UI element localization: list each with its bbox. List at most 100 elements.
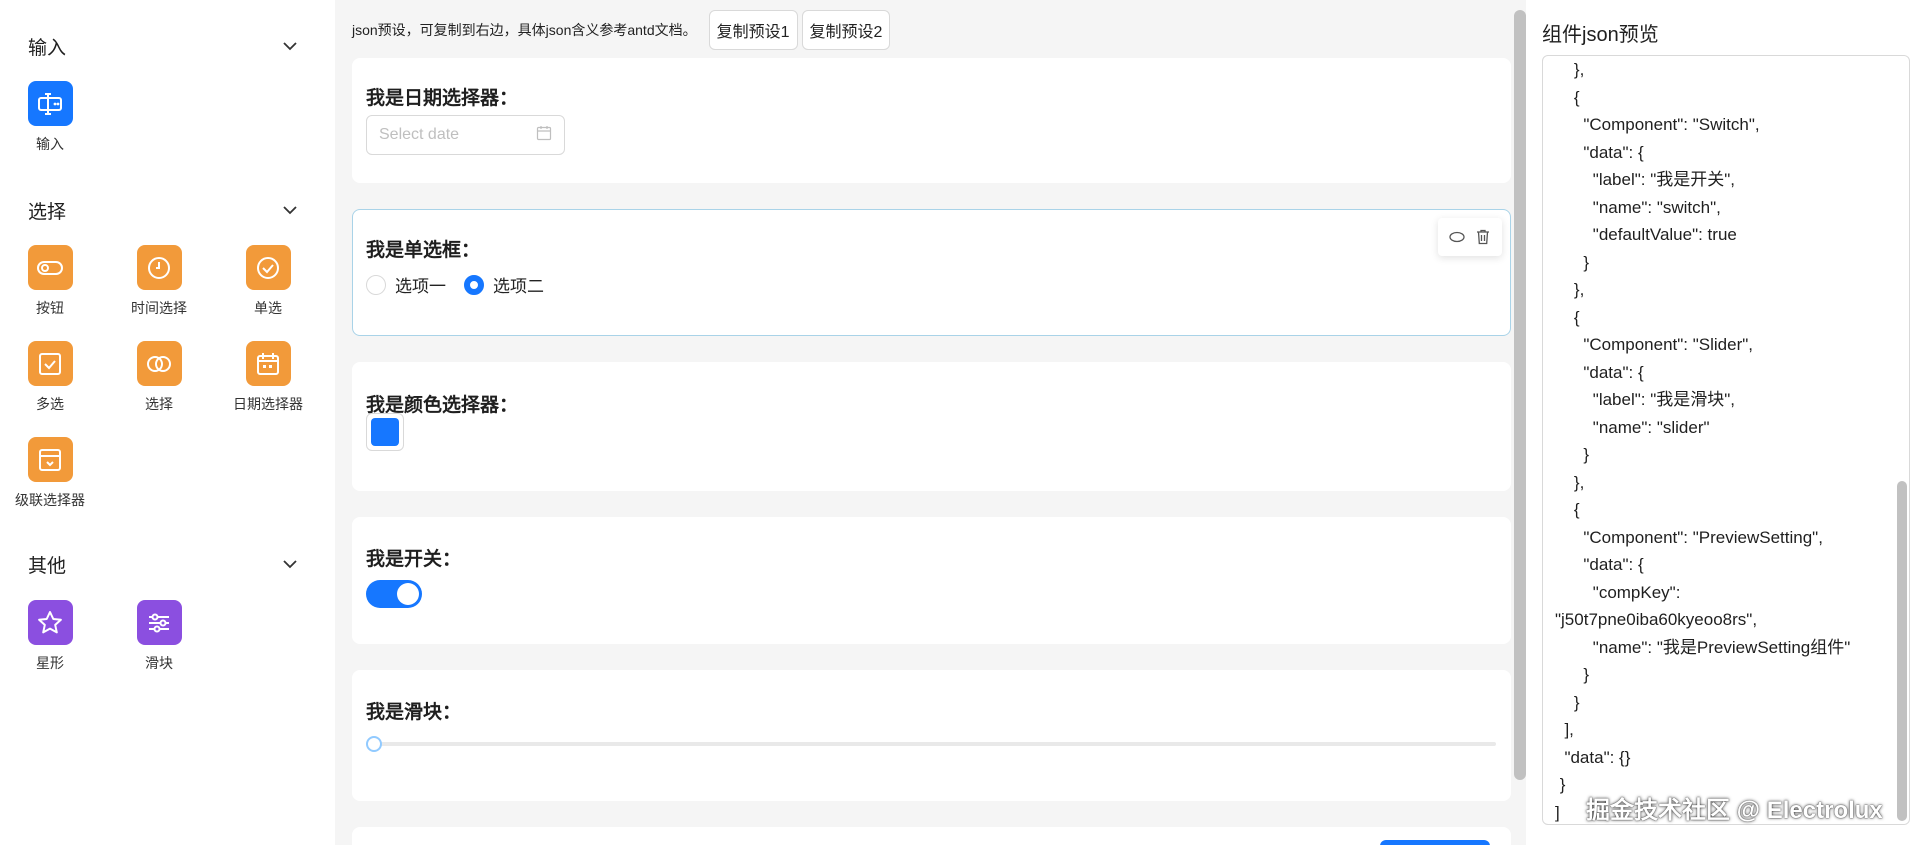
json-line: } bbox=[1555, 445, 1590, 464]
star-icon bbox=[27, 600, 73, 645]
color-picker-trigger[interactable] bbox=[366, 413, 404, 451]
component-label: 多选 bbox=[36, 396, 64, 412]
json-line: }, bbox=[1555, 280, 1585, 299]
preset-hint: json预设，可复制到右边，具体json含义参考antd文档。 bbox=[352, 22, 697, 38]
json-line: "data": { bbox=[1555, 142, 1644, 162]
json-line: "compKey": bbox=[1555, 582, 1681, 602]
json-scrollbar-thumb[interactable] bbox=[1897, 481, 1907, 821]
form-item-label: 我是单选框： bbox=[366, 240, 481, 261]
calendar-icon bbox=[245, 341, 291, 386]
radio-group: 选项一 选项二 bbox=[366, 272, 544, 297]
component-time-picker[interactable]: 时间选择 bbox=[104, 245, 214, 318]
component-checkbox[interactable]: 多选 bbox=[0, 341, 105, 414]
json-line: { bbox=[1555, 87, 1580, 107]
component-rate[interactable]: 星形 bbox=[0, 600, 105, 673]
slider-control[interactable] bbox=[366, 736, 1496, 752]
clock-icon bbox=[136, 245, 182, 290]
form-item-switch[interactable]: 我是开关： bbox=[352, 517, 1511, 644]
component-label: 单选 bbox=[254, 300, 282, 316]
json-editor[interactable]: }, { "Component": "Switch", "data": { "l… bbox=[1542, 55, 1910, 825]
form-item-color[interactable]: 我是颜色选择器： bbox=[352, 362, 1511, 491]
scrollbar-thumb[interactable] bbox=[1514, 10, 1526, 780]
radio-checked bbox=[464, 274, 484, 295]
chevron-down-icon bbox=[280, 554, 300, 574]
component-label: 日期选择器 bbox=[233, 396, 303, 412]
component-label: 按钮 bbox=[36, 300, 64, 316]
group-header-select[interactable]: 选择 bbox=[28, 195, 300, 225]
radio-label: 选项一 bbox=[395, 277, 446, 296]
json-preview-panel: 组件json预览 }, { "Component": "Switch", "da… bbox=[1526, 0, 1911, 845]
check-square-icon bbox=[27, 341, 73, 386]
link-rings-icon bbox=[136, 341, 182, 386]
json-line: { bbox=[1555, 500, 1580, 519]
form-item-slider[interactable]: 我是滑块： bbox=[352, 670, 1511, 801]
delete-icon[interactable] bbox=[1475, 229, 1491, 245]
partial-button[interactable] bbox=[1380, 840, 1490, 845]
canvas-scrollbar[interactable] bbox=[1514, 10, 1526, 845]
form-item-radio[interactable]: 我是单选框： 选项一 选项二 bbox=[352, 209, 1511, 336]
component-button[interactable]: 按钮 bbox=[0, 245, 105, 318]
form-item-label: 我是日期选择器： bbox=[366, 88, 519, 109]
json-line: "Component": "Switch", bbox=[1555, 115, 1760, 134]
json-line: "label": "我是开关", bbox=[1555, 170, 1736, 189]
component-input[interactable]: 输入 bbox=[0, 81, 105, 154]
group-title: 其他 bbox=[28, 555, 67, 577]
sliders-icon bbox=[136, 600, 182, 645]
json-line: "Component": "Slider", bbox=[1555, 335, 1753, 354]
copy-preset-2-button[interactable]: 复制预设2 bbox=[801, 10, 891, 50]
chevron-down-icon bbox=[280, 200, 300, 220]
radio-unchecked bbox=[366, 274, 386, 295]
json-content: }, { "Component": "Switch", "data": { "l… bbox=[1555, 56, 1895, 824]
json-line: "data": { bbox=[1555, 555, 1644, 574]
component-select[interactable]: 选择 bbox=[104, 341, 214, 414]
radio-label: 选项二 bbox=[493, 277, 544, 296]
radio-option-1[interactable]: 选项一 bbox=[366, 272, 446, 297]
panel-title: 组件json预览 bbox=[1542, 24, 1659, 46]
date-picker-input[interactable]: Select date bbox=[366, 115, 565, 155]
form-item-label: 我是开关： bbox=[366, 549, 462, 570]
component-label: 输入 bbox=[36, 136, 64, 152]
group-header-other[interactable]: 其他 bbox=[28, 549, 300, 579]
card-toolbar bbox=[1438, 218, 1502, 256]
component-date-picker[interactable]: 日期选择器 bbox=[213, 341, 323, 414]
toggle-icon bbox=[27, 245, 73, 290]
check-circle-icon bbox=[245, 245, 291, 290]
json-line: } bbox=[1555, 692, 1580, 712]
json-line: "name": "switch", bbox=[1555, 197, 1721, 217]
copy-preset-1-button[interactable]: 复制预设1 bbox=[708, 10, 798, 50]
json-line: "data": {} bbox=[1555, 747, 1631, 767]
json-line: "j50t7pne0iba60kyeoo8rs", bbox=[1555, 610, 1758, 629]
app-root: 输入 输入 选择 按钮 时间选择 单选 多选 选择 日期选择器 级联选择器 其他… bbox=[0, 0, 1911, 845]
component-label: 星形 bbox=[36, 655, 64, 671]
json-line: "name": "slider" bbox=[1555, 417, 1710, 437]
json-line: }, bbox=[1555, 472, 1585, 492]
toggle-switch[interactable] bbox=[366, 580, 422, 608]
group-header-input[interactable]: 输入 bbox=[28, 31, 300, 61]
json-line: "data": { bbox=[1555, 362, 1644, 382]
cascader-icon bbox=[27, 437, 73, 482]
date-placeholder: Select date bbox=[379, 126, 460, 143]
component-slider[interactable]: 滑块 bbox=[104, 600, 214, 673]
form-canvas: json预设，可复制到右边，具体json含义参考antd文档。 复制预设1 复制… bbox=[335, 0, 1515, 845]
slider-rail bbox=[366, 742, 1496, 746]
form-item-next[interactable] bbox=[352, 827, 1511, 845]
component-label: 级联选择器 bbox=[15, 492, 85, 508]
input-icon bbox=[27, 81, 73, 126]
json-line: "name": "我是PreviewSetting组件" bbox=[1555, 637, 1851, 657]
component-radio[interactable]: 单选 bbox=[213, 245, 323, 318]
chevron-down-icon bbox=[280, 36, 300, 56]
eye-icon[interactable] bbox=[1449, 229, 1465, 245]
component-cascader[interactable]: 级联选择器 bbox=[0, 437, 105, 510]
radio-option-2[interactable]: 选项二 bbox=[464, 272, 544, 297]
group-title: 选择 bbox=[28, 201, 67, 223]
form-item-label: 我是滑块： bbox=[366, 702, 462, 723]
group-title: 输入 bbox=[28, 37, 67, 59]
json-line: } bbox=[1555, 665, 1590, 684]
slider-handle[interactable] bbox=[366, 736, 382, 752]
form-item-date[interactable]: 我是日期选择器： Select date bbox=[352, 58, 1511, 183]
component-label: 滑块 bbox=[145, 655, 173, 671]
json-line: }, bbox=[1555, 60, 1585, 79]
switch-knob bbox=[397, 583, 419, 605]
json-line: ], bbox=[1555, 720, 1574, 739]
watermark-text: 掘金技术社区 @ Electrolux bbox=[1586, 797, 1883, 824]
